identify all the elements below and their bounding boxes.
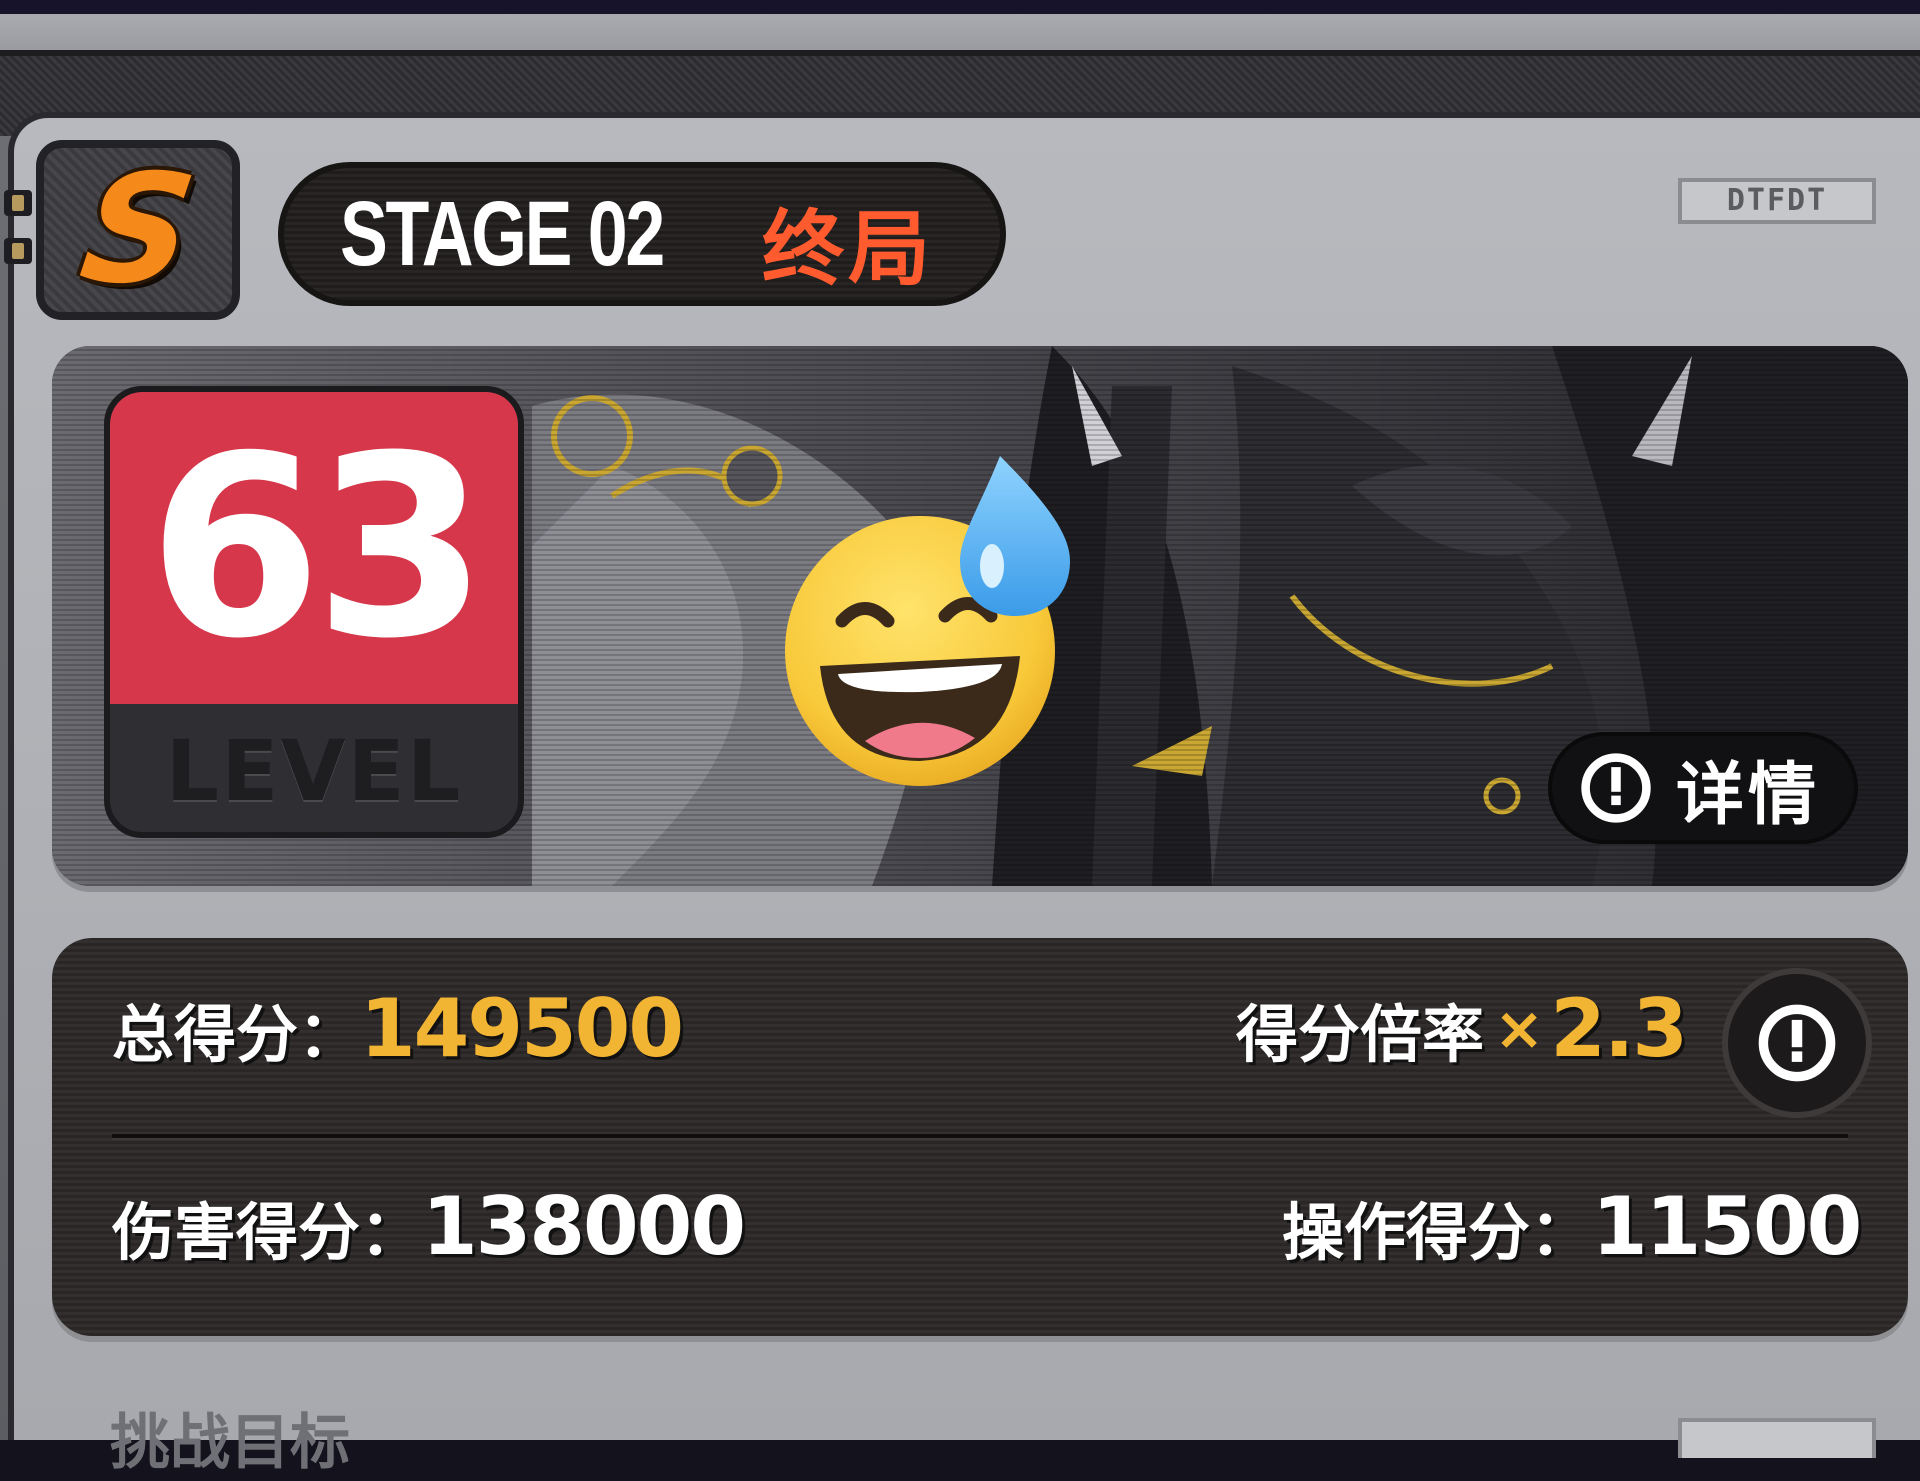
score-divider (112, 1134, 1848, 1138)
stage-name: 终局 (762, 202, 935, 297)
multiplier-info-button[interactable] (1722, 968, 1872, 1118)
total-score-row: 总得分： 149500 (112, 982, 684, 1075)
rank-notch (4, 190, 32, 216)
multiplier-value: 2.3 (1550, 982, 1688, 1075)
rank-letter: S (71, 143, 205, 317)
multiplier-symbol: × (1494, 993, 1545, 1064)
details-label: 详情 (1676, 755, 1821, 835)
level-number-box: 63 (110, 392, 518, 704)
rank-notch (4, 238, 32, 264)
grinning-sweat-emoji (785, 456, 1070, 786)
total-score-value: 149500 (360, 982, 684, 1075)
clock-icon (1581, 753, 1651, 823)
stage-pill: STAGE 02 终局 (278, 162, 1006, 306)
stage-label: STAGE 02 (340, 182, 665, 285)
operation-score-value: 11500 (1592, 1180, 1862, 1273)
damage-score-value: 138000 (422, 1180, 746, 1273)
level-label: LEVEL (165, 722, 463, 820)
multiplier-row: 得分倍率 × 2.3 (1236, 982, 1688, 1075)
next-section-title: 挑战目标 (110, 1408, 350, 1478)
details-button[interactable]: 详情 (1548, 732, 1858, 844)
damage-score-row: 伤害得分： 138000 (112, 1180, 746, 1273)
next-section-tag (1678, 1418, 1876, 1458)
top-strip (0, 0, 1920, 14)
operation-score-label: 操作得分： (1282, 1195, 1593, 1269)
rank-badge: S (36, 140, 240, 320)
clock-icon (1758, 1004, 1836, 1082)
score-panel: 总得分： 149500 得分倍率 × 2.3 伤害得分： 138000 操作得分… (52, 938, 1908, 1336)
damage-score-label: 伤害得分： (112, 1195, 423, 1269)
character-banner: 63 LEVEL 详情 (52, 346, 1908, 886)
total-score-label: 总得分： (112, 997, 361, 1071)
level-card: 63 LEVEL (104, 386, 524, 838)
multiplier-label: 得分倍率 (1236, 997, 1485, 1071)
level-number: 63 (148, 402, 488, 693)
code-tag: DTFDT (1678, 178, 1876, 224)
operation-score-row: 操作得分： 11500 (1282, 1180, 1862, 1273)
